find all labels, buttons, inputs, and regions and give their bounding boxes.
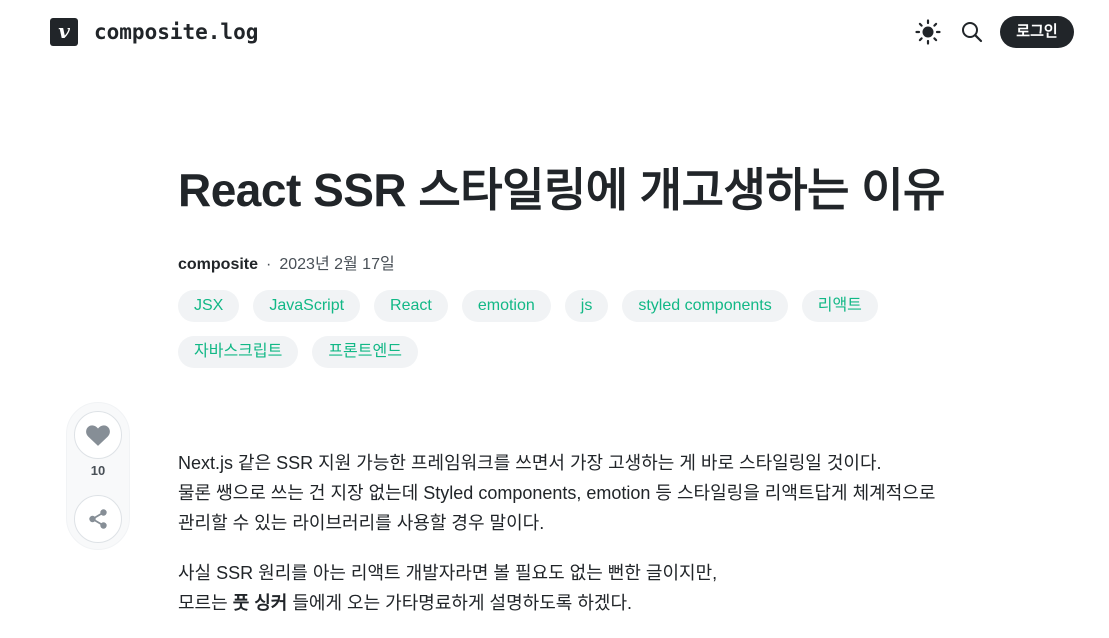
login-button[interactable]: 로그인: [1000, 16, 1074, 48]
tag-list: JSX JavaScript React emotion js styled c…: [178, 290, 918, 368]
meta-separator: ·: [266, 256, 272, 273]
tag-js[interactable]: js: [564, 290, 609, 322]
paragraph-line: 모르는 풋 싱커 들에게 오는 가타명료하게 설명하도록 하겠다.: [178, 588, 938, 618]
tag-react-kr[interactable]: 리액트: [801, 290, 878, 322]
side-action-bar: 10: [66, 402, 130, 550]
search-icon: [962, 22, 983, 43]
share-button[interactable]: [74, 495, 122, 543]
share-icon: [89, 509, 107, 529]
post-date: 2023년 2월 17일: [279, 256, 395, 273]
post-title: React SSR 스타일링에 개고생하는 이유: [178, 164, 945, 216]
tag-jsx[interactable]: JSX: [178, 290, 240, 322]
sun-icon: [915, 19, 941, 45]
tag-javascript-kr[interactable]: 자바스크립트: [178, 336, 299, 368]
tag-styled-components[interactable]: styled components: [622, 290, 788, 322]
author-link[interactable]: composite: [178, 256, 258, 273]
search-button[interactable]: [956, 16, 988, 48]
heart-icon: [86, 425, 110, 446]
tag-javascript[interactable]: JavaScript: [253, 290, 361, 322]
tag-emotion[interactable]: emotion: [461, 290, 551, 322]
bold-text: 풋 싱커: [232, 593, 288, 613]
text-fragment: 들에게 오는 가타명료하게 설명하도록 하겠다.: [287, 593, 633, 613]
paragraph: 사실 SSR 원리를 아는 리액트 개발자라면 볼 필요도 없는 뻔한 글이지만…: [178, 558, 938, 618]
tag-react[interactable]: React: [374, 290, 448, 322]
like-count: 10: [90, 463, 106, 478]
post-meta: composite · 2023년 2월 17일: [178, 254, 395, 276]
like-button[interactable]: [74, 411, 122, 459]
paragraph-line: 물론 쌩으로 쓰는 건 지장 없는데 Styled components, em…: [178, 483, 936, 503]
text-fragment: 모르는: [178, 593, 233, 613]
paragraph-line: Next.js 같은 SSR 지원 가능한 프레임워크를 쓰면서 가장 고생하는…: [178, 453, 882, 473]
theme-toggle-button[interactable]: [912, 16, 944, 48]
blog-name-link[interactable]: composite.log: [94, 18, 258, 46]
paragraph: Next.js 같은 SSR 지원 가능한 프레임워크를 쓰면서 가장 고생하는…: [178, 448, 938, 538]
post-body: Next.js 같은 SSR 지원 가능한 프레임워크를 쓰면서 가장 고생하는…: [178, 448, 938, 638]
site-header: v composite.log 로그인: [0, 0, 1109, 64]
paragraph-line: 사실 SSR 원리를 아는 리액트 개발자라면 볼 필요도 없는 뻔한 글이지만…: [178, 563, 718, 583]
paragraph-line: 관리할 수 있는 라이브러리를 사용할 경우 말이다.: [178, 513, 545, 533]
tag-frontend-kr[interactable]: 프론트엔드: [312, 336, 418, 368]
velog-logo[interactable]: v: [50, 18, 78, 46]
